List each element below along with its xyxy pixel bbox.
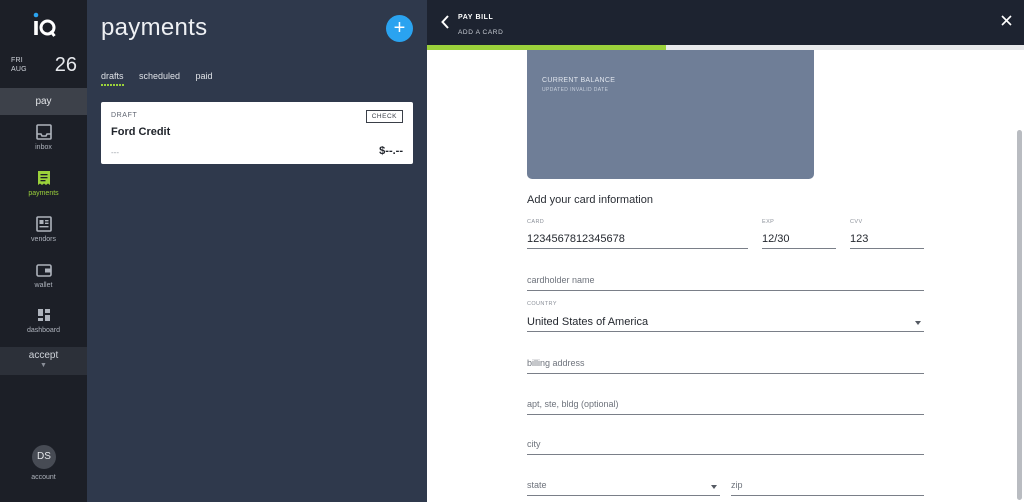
section-title: Add your card information	[527, 194, 653, 206]
sidebar-item-label: payments	[28, 190, 59, 197]
payment-tabs: drafts scheduled paid	[101, 66, 223, 86]
today-date: FRI AUG 26	[11, 54, 77, 78]
payment-amount: $--.--	[379, 145, 403, 157]
drawer-header: PAY BILL ADD A CARD	[427, 0, 1024, 45]
scrollbar[interactable]	[1017, 130, 1022, 500]
expiry-field[interactable]: EXP 12/30	[762, 219, 836, 249]
country-select[interactable]: COUNTRY United States of America	[527, 301, 924, 332]
close-icon[interactable]	[1001, 15, 1012, 26]
field-label: EXP	[762, 219, 775, 225]
vendors-icon	[35, 216, 52, 232]
sidebar-item-payments[interactable]: payments	[0, 170, 87, 210]
zip-field[interactable]: zip	[731, 470, 924, 496]
field-value: 1234567812345678	[527, 233, 625, 245]
sidebar-item-inbox[interactable]: inbox	[0, 124, 87, 164]
account-label[interactable]: account	[0, 474, 87, 481]
plus-icon: +	[393, 17, 406, 39]
accept-label: accept	[28, 350, 59, 361]
field-placeholder: zip	[731, 480, 743, 490]
city-field[interactable]: city	[527, 429, 924, 455]
sidebar-item-vendors[interactable]: vendors	[0, 216, 87, 256]
payments-panel: payments + drafts scheduled paid DRAFT C…	[87, 0, 427, 502]
sidebar-item-label: vendors	[31, 236, 56, 243]
dropdown-caret-icon	[915, 321, 921, 325]
field-value: 12/30	[762, 233, 790, 245]
date-weekday: FRI	[11, 57, 23, 64]
sidebar-item-label: wallet	[34, 282, 53, 289]
balance-label: CURRENT BALANCE	[542, 77, 616, 84]
back-arrow-icon[interactable]	[441, 15, 449, 29]
date-day: 26	[54, 54, 77, 76]
date-month: AUG	[11, 66, 27, 73]
payment-date: ---	[111, 148, 119, 157]
field-value: United States of America	[527, 316, 649, 328]
field-placeholder: apt, ste, bldg (optional)	[527, 399, 619, 409]
add-card-form: CURRENT BALANCE UPDATED INVALID DATE Add…	[427, 50, 1024, 502]
vendor-name: Ford Credit	[111, 126, 171, 138]
tab-drafts[interactable]: drafts	[101, 71, 124, 86]
add-payment-button[interactable]: +	[386, 15, 413, 42]
balance-card: CURRENT BALANCE UPDATED INVALID DATE	[527, 50, 814, 179]
field-label: CARD	[527, 219, 545, 225]
field-placeholder: state	[527, 480, 547, 490]
card-number-field[interactable]: CARD 1234567812345678	[527, 219, 748, 249]
payment-method-badge: CHECK	[365, 110, 403, 123]
wallet-icon	[35, 264, 52, 277]
field-placeholder: billing address	[527, 358, 585, 368]
state-select[interactable]: state	[527, 470, 720, 496]
page-title: payments	[101, 14, 208, 41]
field-placeholder: cardholder name	[527, 275, 595, 285]
sidebar-item-wallet[interactable]: wallet	[0, 262, 87, 302]
status-badge: DRAFT	[111, 112, 138, 119]
tab-scheduled[interactable]: scheduled	[139, 71, 180, 81]
app-logo[interactable]	[30, 12, 58, 40]
field-label: COUNTRY	[527, 301, 557, 307]
drawer-subtitle: ADD A CARD	[458, 29, 504, 36]
dropdown-caret-icon	[711, 485, 717, 489]
tab-paid[interactable]: paid	[195, 71, 212, 81]
billing-address-field[interactable]: billing address	[527, 348, 924, 374]
cvv-field[interactable]: CVV 123	[850, 219, 924, 249]
field-label: CVV	[850, 219, 863, 225]
left-rail: FRI AUG 26 pay inbox payments vendors wa…	[0, 0, 87, 502]
dashboard-icon	[37, 309, 50, 321]
receipt-icon	[37, 171, 50, 185]
field-placeholder: city	[527, 439, 541, 449]
sidebar-item-label: inbox	[35, 144, 52, 151]
pay-section-tab[interactable]: pay	[0, 88, 87, 115]
accept-section-tab[interactable]: accept ▼	[0, 347, 87, 375]
apt-field[interactable]: apt, ste, bldg (optional)	[527, 389, 924, 415]
payment-list-item[interactable]: DRAFT CHECK Ford Credit --- $--.--	[101, 102, 413, 164]
inbox-icon	[35, 124, 52, 140]
drawer-title: PAY BILL	[458, 14, 494, 21]
sidebar-item-label: dashboard	[26, 327, 61, 334]
cardholder-name-field[interactable]: cardholder name	[527, 266, 924, 291]
field-value: 123	[850, 233, 869, 245]
sidebar-item-dashboard[interactable]: dashboard	[0, 307, 87, 347]
avatar[interactable]: DS	[32, 445, 56, 469]
chevron-down-icon: ▼	[40, 362, 47, 369]
balance-updated: UPDATED INVALID DATE	[542, 87, 609, 93]
